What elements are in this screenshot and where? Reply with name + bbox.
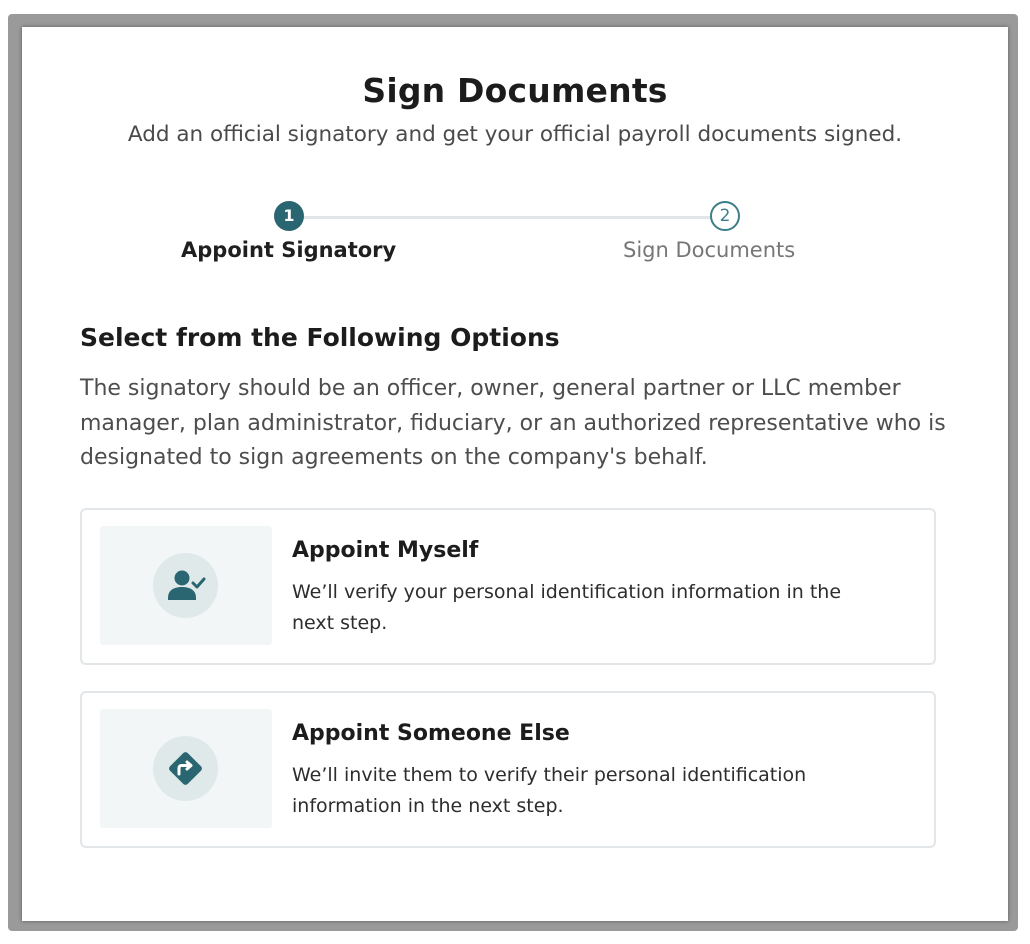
appoint-myself-option[interactable]: Appoint Myself We’ll verify your persona… bbox=[80, 508, 936, 665]
option-description: We’ll invite them to verify their person… bbox=[292, 764, 807, 817]
step-1-indicator: 1 bbox=[274, 201, 304, 231]
section-heading: Select from the Following Options bbox=[80, 323, 560, 352]
option-icon-panel bbox=[100, 709, 272, 828]
appoint-someone-else-option[interactable]: Appoint Someone Else We’ll invite them t… bbox=[80, 691, 936, 848]
stepper-connector bbox=[291, 216, 724, 219]
sign-documents-dialog: Sign Documents Add an official signatory… bbox=[22, 27, 1008, 921]
user-check-icon bbox=[153, 553, 218, 618]
step-2-indicator: 2 bbox=[710, 201, 740, 231]
section-description: The signatory should be an officer, owne… bbox=[80, 376, 946, 470]
step-2-label: Sign Documents bbox=[623, 238, 796, 262]
option-title: Appoint Someone Else bbox=[292, 721, 570, 746]
option-title: Appoint Myself bbox=[292, 538, 479, 563]
redirect-diamond-icon bbox=[153, 736, 218, 801]
option-description: We’ll verify your personal identificatio… bbox=[292, 581, 842, 634]
option-icon-panel bbox=[100, 526, 272, 645]
page-subtitle: Add an official signatory and get your o… bbox=[127, 122, 903, 147]
step-1-label: Appoint Signatory bbox=[181, 238, 397, 262]
page-title: Sign Documents bbox=[362, 71, 668, 110]
